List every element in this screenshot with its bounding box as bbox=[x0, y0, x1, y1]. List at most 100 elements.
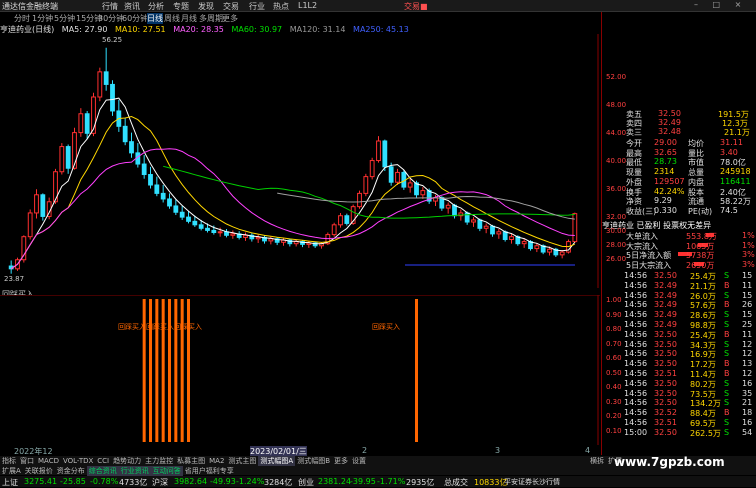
price-axis-tick: 36.00 bbox=[606, 185, 627, 193]
indicator-tab[interactable]: MACD bbox=[36, 457, 61, 465]
indicator-tab[interactable]: 趋势动力 bbox=[111, 456, 143, 466]
indicator-tab[interactable]: CCI bbox=[95, 457, 111, 465]
menu-item-rd[interactable]: 热点 bbox=[273, 1, 289, 12]
menu-item-hy[interactable]: 行业 bbox=[249, 1, 265, 12]
high-price-label: 56.25 bbox=[102, 36, 122, 44]
period-60m[interactable]: 60分钟 bbox=[122, 13, 148, 24]
candlestick-chart[interactable]: 56.25 23.87 bbox=[0, 34, 600, 288]
layout-toggle[interactable]: 横拆 bbox=[588, 456, 606, 466]
tick-side: S bbox=[724, 290, 730, 300]
indicator-tab[interactable]: 测式幅图A bbox=[258, 456, 296, 466]
tick-row: 14:56 32.49 21.1万 B 11 bbox=[602, 280, 756, 291]
cy-pct: -1.71% bbox=[377, 477, 406, 486]
tick-side: S bbox=[724, 398, 730, 408]
signal-text-2: 回踩买入 bbox=[372, 323, 400, 331]
indicator-tab[interactable]: 私募主图 bbox=[175, 456, 207, 466]
tick-time: 14:56 bbox=[624, 388, 648, 398]
candle-body bbox=[572, 213, 578, 243]
menu-item-fx[interactable]: 分析 bbox=[148, 1, 164, 12]
menu-item-zt[interactable]: 专题 bbox=[173, 1, 189, 12]
ask3-volume: 21.1万 bbox=[724, 128, 750, 137]
candle-body bbox=[471, 219, 476, 223]
period-day[interactable]: 日线 bbox=[147, 13, 163, 24]
indicator-tab[interactable]: 指标 bbox=[0, 456, 18, 466]
candle-body bbox=[483, 225, 489, 229]
tick-row: 14:56 32.49 28.6万 S 15 bbox=[602, 310, 756, 320]
tick-count: 13 bbox=[742, 359, 753, 369]
candle-body bbox=[160, 192, 166, 200]
extension-tab[interactable]: 省用户福利专享 bbox=[183, 466, 236, 476]
extension-tab[interactable]: 综合资讯 bbox=[86, 466, 119, 476]
tick-price: 32.50 bbox=[654, 329, 677, 339]
period-more[interactable]: 更多 bbox=[222, 13, 238, 24]
candle-body bbox=[27, 212, 33, 238]
indicator-tab[interactable]: 窗口 bbox=[18, 456, 36, 466]
tick-count: 15 bbox=[742, 310, 753, 320]
hs-name[interactable]: 沪深 bbox=[152, 477, 168, 488]
indicator-tab[interactable]: 主力监控 bbox=[143, 456, 175, 466]
period-5m[interactable]: 5分钟 bbox=[54, 13, 75, 24]
extension-tab[interactable]: 互动问答 bbox=[150, 466, 183, 476]
tick-side: S bbox=[724, 427, 730, 437]
tick-side: B bbox=[724, 280, 730, 290]
ma60-label: MA60: 30.97 bbox=[231, 25, 283, 34]
sub-axis-tick: 0.90 bbox=[606, 311, 622, 319]
candle-body bbox=[331, 224, 337, 236]
tick-row: 14:56 32.52 88.4万 B 18 bbox=[602, 408, 756, 418]
tick-side: S bbox=[724, 388, 730, 398]
window-buttons[interactable]: – □ × bbox=[694, 0, 747, 9]
tick-count: 16 bbox=[742, 378, 753, 388]
menu-item-l1l2[interactable]: L1L2 bbox=[298, 1, 317, 10]
tick-price: 32.49 bbox=[654, 310, 677, 320]
candle-body bbox=[84, 113, 90, 134]
tick-time: 14:56 bbox=[624, 349, 648, 359]
candle-body bbox=[496, 231, 502, 235]
tick-side: B bbox=[724, 408, 730, 418]
menu-item-faxian[interactable]: 发现 bbox=[198, 1, 214, 12]
indicator-tab[interactable]: 设置 bbox=[350, 456, 368, 466]
period-1m[interactable]: 1分钟 bbox=[32, 13, 53, 24]
period-30m[interactable]: 30分钟 bbox=[98, 13, 124, 24]
sh-name[interactable]: 上证 bbox=[2, 477, 18, 488]
tick-price: 32.51 bbox=[654, 418, 677, 427]
menu-item-hq[interactable]: 行情 bbox=[102, 1, 118, 12]
candle-body bbox=[40, 194, 46, 217]
extension-tab[interactable]: 扩展A bbox=[0, 466, 23, 476]
menu-item-jy[interactable]: 交易 bbox=[223, 1, 239, 12]
status-bar: 上证 3275.41 -25.85 -0.78% 4733亿 沪深 3982.6… bbox=[0, 476, 756, 487]
tick-time: 14:56 bbox=[624, 290, 648, 300]
quote-val2: 116411 bbox=[720, 176, 751, 186]
period-week[interactable]: 周线 bbox=[164, 13, 180, 24]
indicator-chart[interactable]: 回踩买入回踩买入回踩买入 回踩买入 bbox=[0, 295, 600, 445]
extension-tab[interactable]: 关联报价 bbox=[23, 466, 55, 476]
tick-count: 15 bbox=[742, 290, 753, 300]
quote-val: 9.29 bbox=[654, 196, 672, 206]
sub-axis-tick: 1.00 bbox=[606, 296, 622, 304]
ma20-label: MA20: 28.35 bbox=[173, 25, 224, 34]
period-fs[interactable]: 分时 bbox=[14, 13, 30, 24]
tick-price: 32.50 bbox=[654, 359, 677, 369]
tick-time: 14:56 bbox=[624, 359, 648, 369]
indicator-tab[interactable]: MA2 bbox=[207, 457, 226, 465]
candle-body bbox=[534, 245, 540, 250]
candle-body bbox=[344, 215, 350, 224]
trade-button[interactable]: 交易■ bbox=[404, 1, 428, 12]
candle-body bbox=[559, 251, 565, 256]
menu-item-zx[interactable]: 资讯 bbox=[124, 1, 140, 12]
sub-axis-tick: 0.30 bbox=[606, 398, 622, 406]
cy-name[interactable]: 创业 bbox=[298, 477, 314, 488]
indicator-tab[interactable]: 更多 bbox=[332, 456, 350, 466]
indicator-tab[interactable]: 测式幅图B bbox=[295, 456, 332, 466]
extension-tab[interactable]: 资金分布 bbox=[55, 466, 87, 476]
period-month[interactable]: 月线 bbox=[181, 13, 197, 24]
flow-pct: 1% bbox=[742, 231, 755, 240]
tick-price: 32.49 bbox=[654, 280, 677, 290]
signal-bar bbox=[149, 299, 152, 442]
tick-side: S bbox=[724, 378, 730, 388]
signal-bar bbox=[155, 299, 159, 442]
indicator-tab[interactable]: VOL-TDX bbox=[61, 457, 95, 465]
period-multi[interactable]: 多周期 bbox=[199, 13, 223, 24]
hs-pct: -1.24% bbox=[236, 477, 265, 486]
extension-tab[interactable]: 行业资讯 bbox=[118, 466, 151, 476]
indicator-tab[interactable]: 测式主图 bbox=[226, 456, 258, 466]
